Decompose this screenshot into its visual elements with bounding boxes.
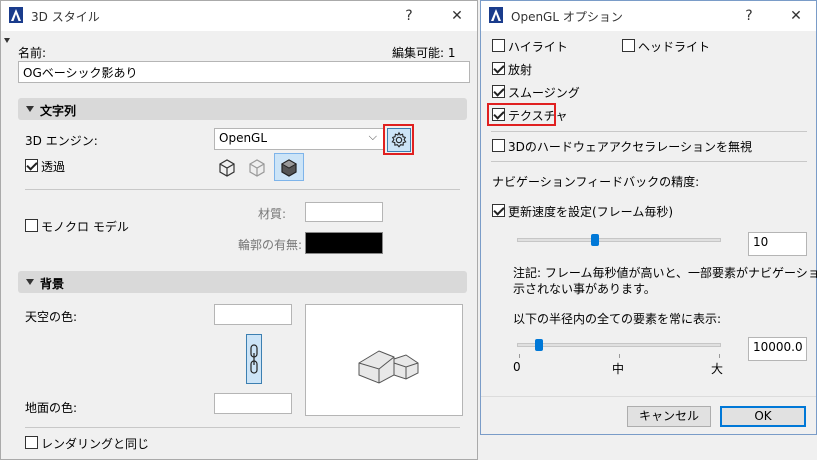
shading-mode-buttons — [215, 153, 305, 181]
smoothing-checkbox[interactable] — [492, 85, 505, 98]
radius-input[interactable]: 10000.0 — [748, 337, 807, 361]
highlight-checkbox[interactable] — [492, 39, 505, 52]
collapse-arrow-icon[interactable] — [4, 38, 10, 43]
sky-color-label: 天空の色: — [25, 310, 78, 324]
note-text-line-2: 示されない事があります。 — [513, 282, 656, 296]
headlight-checkbox[interactable] — [622, 39, 635, 52]
engine-select[interactable]: OpenGL ⌵ — [214, 128, 384, 150]
slider-track — [517, 343, 721, 347]
highlight-label: ハイライト — [508, 40, 568, 54]
divider — [25, 427, 460, 428]
section-title: 背景 — [40, 277, 65, 291]
section-header-text[interactable]: 文字列 — [18, 98, 467, 120]
slider-track — [517, 238, 721, 242]
scale-mid-label: 中 — [612, 362, 625, 376]
divider — [25, 189, 460, 190]
help-button[interactable]: ? — [738, 5, 760, 27]
refresh-rate-checkbox[interactable] — [492, 204, 505, 217]
engine-label: 3D エンジン: — [25, 134, 98, 148]
material-color-swatch[interactable] — [305, 202, 383, 222]
engine-select-value: OpenGL — [219, 131, 268, 145]
expand-triangle-icon — [26, 279, 34, 285]
gear-highlight-box — [383, 124, 414, 155]
expand-triangle-icon — [26, 106, 34, 112]
section-header-background[interactable]: 背景 — [18, 271, 467, 293]
archicad-logo-icon — [9, 7, 23, 23]
note-text-line-1: 注記: フレーム毎秒値が高いと、一部要素がナビゲーション中表 — [513, 266, 817, 280]
ground-color-swatch[interactable] — [214, 393, 292, 414]
ok-button[interactable]: OK — [720, 406, 806, 427]
divider — [491, 131, 807, 132]
texture-highlight-box — [487, 103, 556, 126]
help-button[interactable]: ? — [398, 5, 420, 27]
transparency-checkbox[interactable] — [25, 159, 38, 172]
close-button[interactable]: ✕ — [446, 5, 468, 27]
section-title: 文字列 — [40, 104, 77, 118]
same-as-render-checkbox[interactable] — [25, 436, 38, 449]
monochrome-label: モノクロ モデル — [41, 220, 129, 234]
headlight-label: ヘッドライト — [638, 40, 711, 54]
chain-link-icon — [250, 344, 258, 374]
emission-checkbox[interactable] — [492, 62, 505, 75]
sky-color-swatch[interactable] — [214, 304, 292, 325]
radius-label: 以下の半径内の全ての要素を常に表示: — [513, 312, 722, 326]
slider-tick — [619, 354, 620, 358]
background-preview — [305, 304, 463, 416]
window-title: 3D スタイル — [31, 10, 100, 24]
close-button[interactable]: ✕ — [785, 5, 807, 27]
ignore-hw-acceleration-checkbox[interactable] — [492, 139, 505, 152]
same-as-render-label: レンダリングと同じ — [41, 437, 150, 451]
chevron-down-icon: ⌵ — [368, 130, 377, 143]
ignore-hw-acceleration-label: 3Dのハードウェアアクセラレーションを無視 — [508, 140, 753, 154]
archicad-logo-icon — [489, 7, 503, 23]
scale-min-label: 0 — [513, 360, 521, 374]
title-bar: 3D スタイル ? ✕ — [1, 1, 477, 31]
slider-tick — [719, 354, 720, 358]
monochrome-checkbox[interactable] — [25, 219, 38, 232]
ground-color-label: 地面の色: — [25, 401, 78, 415]
refresh-rate-slider[interactable] — [517, 233, 721, 251]
shaded-box-button[interactable] — [274, 153, 304, 181]
link-colors-button[interactable] — [246, 334, 262, 384]
slider-thumb[interactable] — [591, 234, 599, 246]
slider-thumb[interactable] — [535, 339, 543, 351]
nav-feedback-label: ナビゲーションフィードバックの精度: — [492, 175, 700, 189]
outline-label: 輪郭の有無: — [238, 238, 303, 252]
opengl-options-dialog: OpenGL オプション ? ✕ ハイライト ヘッドライト 放射 スムージング … — [480, 0, 817, 435]
scale-max-label: 大 — [711, 362, 724, 376]
preview-model-icon — [358, 350, 419, 384]
editable-count-label: 編集可能: 1 — [392, 46, 456, 60]
material-label: 材質: — [258, 207, 287, 221]
title-bar: OpenGL オプション ? ✕ — [481, 1, 816, 31]
divider — [491, 161, 807, 162]
name-label: 名前: — [18, 46, 47, 60]
name-input[interactable]: OGベーシック影あり — [18, 61, 470, 83]
dialog-title: OpenGL オプション — [511, 10, 623, 24]
outline-color-swatch[interactable] — [305, 232, 383, 254]
smoothing-label: スムージング — [508, 86, 580, 100]
style-3d-window: 3D スタイル ? ✕ 名前: 編集可能: 1 OGベーシック影あり 文字列 3… — [0, 0, 478, 460]
hidden-line-box-icon[interactable] — [247, 157, 267, 177]
cancel-button[interactable]: キャンセル — [627, 406, 711, 427]
slider-tick — [519, 354, 520, 358]
transparency-label: 透過 — [41, 160, 66, 174]
shaded-box-icon — [280, 159, 298, 177]
emission-label: 放射 — [508, 63, 533, 77]
wireframe-box-icon[interactable] — [217, 157, 237, 177]
refresh-rate-label: 更新速度を設定(フレーム毎秒) — [508, 205, 674, 219]
refresh-rate-input[interactable]: 10 — [748, 232, 807, 256]
